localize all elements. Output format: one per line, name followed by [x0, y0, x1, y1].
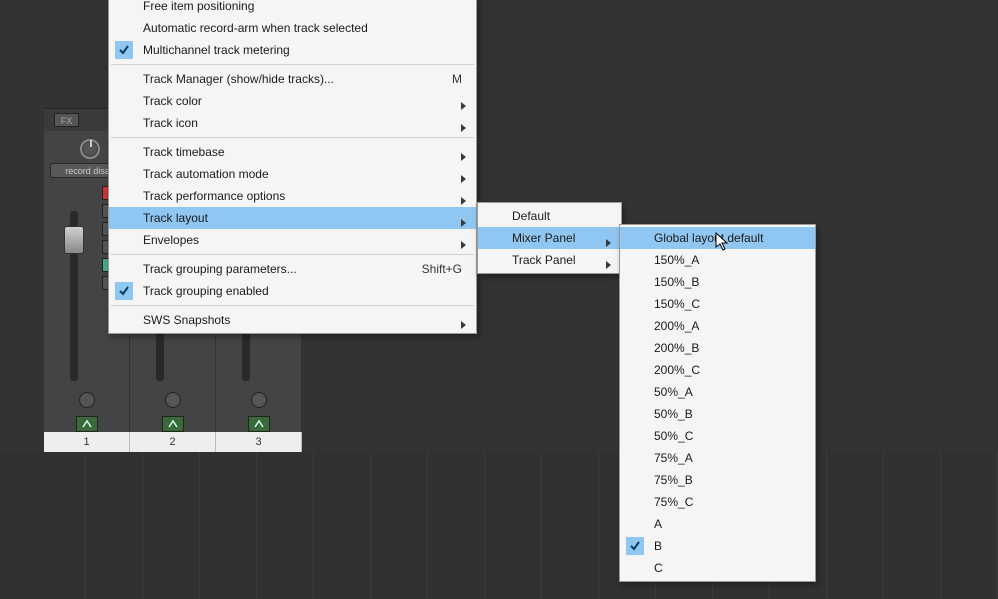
menu-item[interactable]: Track grouping enabled [109, 280, 476, 302]
menu-separator [111, 305, 474, 306]
menu-item[interactable]: Track Manager (show/hide tracks)... M [109, 68, 476, 90]
menu-item[interactable]: Track automation mode [109, 163, 476, 185]
menu-item-label: SWS Snapshots [143, 313, 230, 327]
menu-item[interactable]: 150%_C [620, 293, 815, 315]
send-knob[interactable] [216, 392, 301, 408]
fader-cap[interactable] [64, 226, 84, 254]
menu-item-label: Automatic record-arm when track selected [143, 21, 368, 35]
channel-label[interactable]: 2 [130, 432, 216, 452]
menu-item[interactable]: Track timebase [109, 141, 476, 163]
menu-item[interactable]: 50%_C [620, 425, 815, 447]
pan-knob[interactable] [80, 139, 100, 159]
menu-item[interactable]: Track layout [109, 207, 476, 229]
menu-item[interactable]: 50%_B [620, 403, 815, 425]
menu-item[interactable]: 150%_A [620, 249, 815, 271]
menu-item-label: Mixer Panel [512, 231, 575, 245]
menu-item-label: 150%_B [654, 275, 699, 289]
check-icon [115, 282, 133, 300]
menu-item[interactable]: 75%_A [620, 447, 815, 469]
menu-item-label: Envelopes [143, 233, 199, 247]
menu-item-label: Free item positioning [143, 0, 254, 13]
menu-item[interactable]: C [620, 557, 815, 579]
menu-item[interactable]: Envelopes [109, 229, 476, 251]
timeline[interactable] [0, 452, 998, 599]
menu-item[interactable]: Global layout default [620, 227, 815, 249]
menu-separator [111, 137, 474, 138]
track-layout-submenu: Default Mixer Panel Track Panel [477, 202, 622, 274]
channel-label[interactable]: 1 [44, 432, 130, 452]
check-icon [115, 41, 133, 59]
menu-item-label: Track icon [143, 116, 198, 130]
menu-item-label: 50%_A [654, 385, 693, 399]
menu-item[interactable]: 200%_B [620, 337, 815, 359]
menu-item[interactable]: 75%_C [620, 491, 815, 513]
mixer-panel-submenu: Global layout default 150%_A 150%_B 150%_C 2… [619, 224, 816, 582]
chevron-right-icon [460, 118, 468, 140]
menu-item-label: Track layout [143, 211, 208, 225]
send-knob[interactable] [130, 392, 215, 408]
menu-item-label: Default [512, 209, 550, 223]
menu-item[interactable]: Track Panel [478, 249, 621, 271]
menu-item[interactable]: 50%_A [620, 381, 815, 403]
menu-item[interactable]: B [620, 535, 815, 557]
route-button[interactable] [44, 416, 129, 432]
menu-item[interactable]: 200%_A [620, 315, 815, 337]
menu-item-label: A [654, 517, 662, 531]
menu-item[interactable]: A [620, 513, 815, 535]
menu-item[interactable]: SWS Snapshots [109, 309, 476, 331]
menu-item[interactable]: Multichannel track metering [109, 39, 476, 61]
menu-item-label: 50%_B [654, 407, 693, 421]
menu-item-label: Track automation mode [143, 167, 269, 181]
menu-item[interactable]: 75%_B [620, 469, 815, 491]
menu-item[interactable]: Track icon [109, 112, 476, 134]
menu-item[interactable]: Automatic record-arm when track selected [109, 17, 476, 39]
menu-item[interactable]: 150%_B [620, 271, 815, 293]
menu-item-label: 75%_B [654, 473, 693, 487]
menu-item-label: C [654, 561, 663, 575]
menu-shortcut: Shift+G [422, 258, 462, 280]
menu-item[interactable]: 200%_C [620, 359, 815, 381]
menu-item-label: 200%_C [654, 363, 700, 377]
chevron-right-icon [460, 315, 468, 337]
menu-item-label: Track Panel [512, 253, 576, 267]
menu-shortcut: M [452, 68, 462, 90]
menu-item-label: 150%_C [654, 297, 700, 311]
menu-item[interactable]: Mixer Panel [478, 227, 621, 249]
menu-item-label: 150%_A [654, 253, 699, 267]
menu-item-label: Track color [143, 94, 202, 108]
mixer-label-row: 1 2 3 [44, 432, 302, 452]
menu-item-label: Track grouping parameters... [143, 262, 297, 276]
menu-item[interactable]: Track performance options [109, 185, 476, 207]
menu-item-label: 200%_A [654, 319, 699, 333]
chevron-right-icon [460, 235, 468, 257]
route-button[interactable] [130, 416, 215, 432]
menu-item[interactable]: Track grouping parameters... Shift+G [109, 258, 476, 280]
menu-item[interactable]: Free item positioning [109, 0, 476, 17]
menu-item-label: Track Manager (show/hide tracks)... [143, 72, 334, 86]
menu-separator [111, 254, 474, 255]
menu-item-label: 75%_C [654, 495, 693, 509]
chevron-right-icon [605, 255, 613, 277]
menu-item-label: Track performance options [143, 189, 285, 203]
menu-item[interactable]: Default [478, 205, 621, 227]
menu-item-label: 50%_C [654, 429, 693, 443]
menu-item-label: 75%_A [654, 451, 693, 465]
menu-item-label: B [654, 539, 662, 553]
send-knob[interactable] [44, 392, 129, 408]
menu-separator [111, 64, 474, 65]
route-button[interactable] [216, 416, 301, 432]
menu-item[interactable]: Track color [109, 90, 476, 112]
check-icon [626, 537, 644, 555]
menu-item-label: 200%_B [654, 341, 699, 355]
fx-button[interactable]: FX [54, 113, 79, 127]
channel-label[interactable]: 3 [216, 432, 302, 452]
menu-item-label: Track grouping enabled [143, 284, 269, 298]
menu-item-label: Multichannel track metering [143, 43, 290, 57]
menu-item-label: Global layout default [654, 231, 763, 245]
track-context-menu: Free item positioning Automatic record-ar… [108, 0, 477, 334]
menu-item-label: Track timebase [143, 145, 225, 159]
